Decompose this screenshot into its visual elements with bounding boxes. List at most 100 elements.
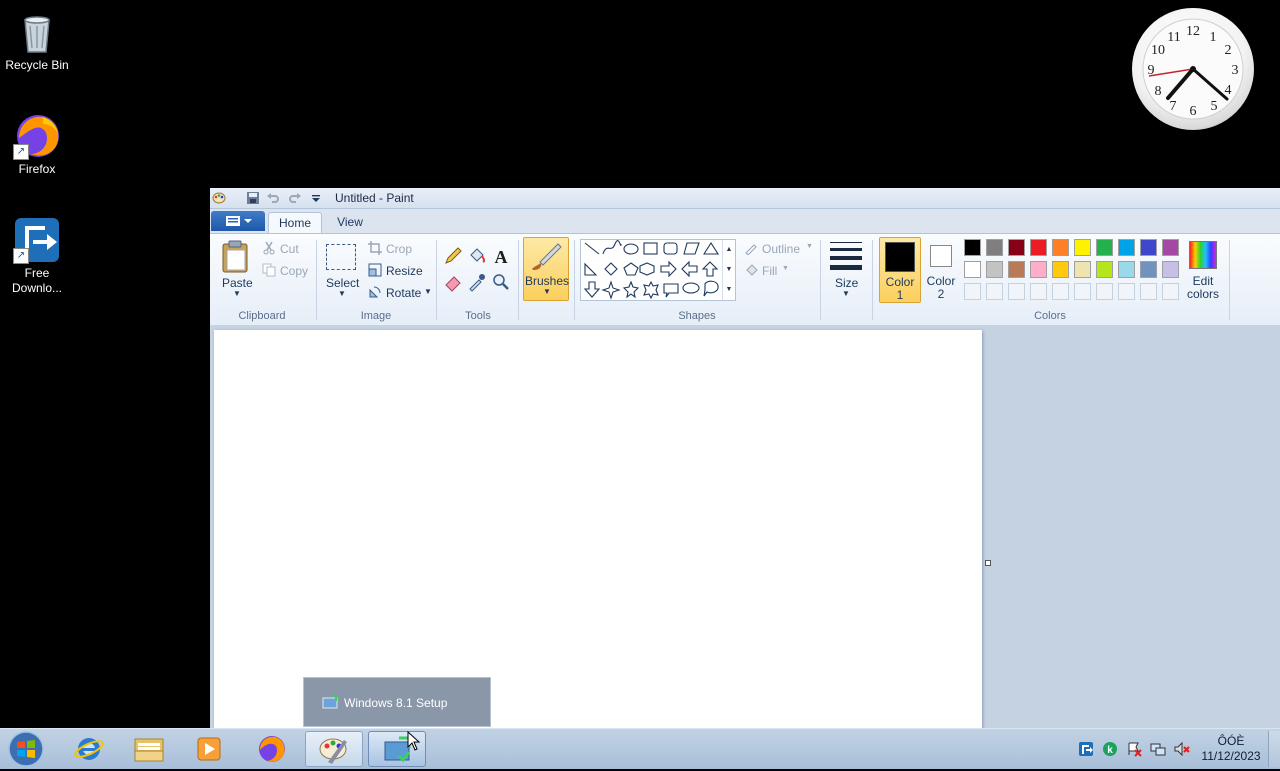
cut-label: Cut [280, 242, 299, 256]
group-label-tools: Tools [465, 310, 491, 322]
undo-icon[interactable] [266, 191, 280, 205]
tray-kaspersky-icon[interactable]: k [1102, 741, 1118, 757]
taskbar-media-player[interactable] [180, 731, 238, 767]
palette-swatch[interactable] [986, 261, 1003, 278]
group-separator [316, 240, 317, 320]
size-button[interactable]: Size ▼ [826, 239, 866, 301]
taskbar-internet-explorer[interactable] [60, 731, 118, 767]
shapes-scroll-up-icon[interactable]: ▲ [722, 240, 735, 260]
palette-swatch-empty[interactable] [1096, 283, 1113, 300]
desktop-icon-free-download-manager[interactable]: ↗ Free Downlo... [0, 216, 74, 296]
customize-quick-access-icon[interactable] [309, 191, 323, 205]
title-bar[interactable]: Untitled - Paint [210, 188, 1280, 209]
palette-swatch[interactable] [986, 239, 1003, 256]
desktop-icon-recycle-bin[interactable]: Recycle Bin [0, 8, 74, 73]
fill-button[interactable]: Fill ▼ [744, 261, 794, 279]
palette-swatch-empty[interactable] [1008, 283, 1025, 300]
tab-home[interactable]: Home [268, 212, 322, 234]
pencil-tool[interactable] [443, 246, 465, 266]
tray-free-download-manager-icon[interactable] [1078, 741, 1094, 757]
palette-swatch-empty[interactable] [1118, 283, 1135, 300]
taskbar-clock[interactable]: ÔÓÈ 11/12/2023 [1196, 734, 1266, 764]
start-button[interactable] [6, 730, 46, 768]
color2-swatch [930, 245, 952, 267]
outline-button[interactable]: Outline ▼ [744, 239, 814, 257]
palette-swatch[interactable] [1096, 239, 1113, 256]
shapes-scroll-down-icon[interactable]: ▼ [722, 260, 735, 280]
tray-action-center-icon[interactable] [1126, 741, 1142, 757]
palette-swatch[interactable] [1074, 239, 1091, 256]
taskbar-paint[interactable] [305, 731, 363, 767]
color2-button[interactable]: Color 2 [923, 237, 959, 303]
palette-swatch-empty[interactable] [1162, 283, 1179, 300]
palette-swatch[interactable] [1008, 261, 1025, 278]
palette-swatch[interactable] [1030, 261, 1047, 278]
copy-label: Copy [280, 264, 309, 278]
palette-swatch[interactable] [1052, 239, 1069, 256]
clock-gadget[interactable]: 12 1 2 3 4 5 6 7 8 9 10 11 [1132, 8, 1254, 130]
paint-window[interactable]: Untitled - Paint Home View Paste ▼ Cut C… [210, 188, 1280, 730]
crop-button[interactable]: Crop [368, 239, 418, 257]
save-icon[interactable] [246, 191, 260, 205]
show-desktop-button[interactable] [1268, 731, 1280, 767]
copy-button[interactable]: Copy [262, 261, 312, 279]
desktop-icon-firefox[interactable]: ↗ Firefox [0, 112, 74, 177]
eraser-tool[interactable] [443, 272, 465, 292]
taskbar-popup[interactable]: Windows 8.1 Setup [303, 677, 491, 727]
palette-swatch[interactable] [1162, 261, 1179, 278]
palette-swatch-empty[interactable] [1052, 283, 1069, 300]
palette-swatch[interactable] [1052, 261, 1069, 278]
rotate-button[interactable]: Rotate ▼ [368, 283, 432, 301]
desktop-icon-label: Recycle Bin [5, 58, 69, 72]
brushes-button[interactable]: Brushes ▼ [523, 237, 569, 301]
windows-start-icon [8, 731, 44, 767]
shapes-expand-icon[interactable]: ▼ [722, 280, 735, 300]
taskbar-file-explorer[interactable] [120, 731, 178, 767]
palette-swatch[interactable] [1030, 239, 1047, 256]
redo-icon[interactable] [288, 191, 302, 205]
clock-number: 7 [1170, 99, 1177, 114]
palette-swatch-empty[interactable] [964, 283, 981, 300]
desktop-icon-label: Firefox [18, 162, 56, 176]
color-picker-tool[interactable] [467, 272, 489, 292]
fill-tool[interactable] [467, 246, 489, 266]
paint-icon [319, 738, 347, 764]
paint-app-icon[interactable] [212, 191, 226, 205]
shapes-gallery[interactable]: ▲ ▼ ▼ [580, 239, 736, 301]
canvas-resize-handle[interactable] [985, 560, 991, 566]
tab-view[interactable]: View [326, 212, 374, 233]
edit-colors-button[interactable]: Edit colors [1184, 239, 1222, 303]
paste-button[interactable]: Paste ▼ [218, 240, 254, 302]
eraser-icon [445, 276, 461, 292]
palette-swatch-empty[interactable] [1140, 283, 1157, 300]
resize-button[interactable]: Resize [368, 261, 423, 279]
palette-swatch[interactable] [1140, 261, 1157, 278]
color1-button[interactable]: Color 1 [879, 237, 921, 303]
palette-swatch[interactable] [1074, 261, 1091, 278]
canvas-area[interactable] [210, 325, 1280, 730]
palette-swatch[interactable] [1118, 261, 1135, 278]
cut-button[interactable]: Cut [262, 239, 308, 257]
tray-volume-muted-icon[interactable] [1174, 741, 1190, 757]
palette-swatch[interactable] [1140, 239, 1157, 256]
palette-swatch[interactable] [1008, 239, 1025, 256]
text-tool[interactable]: A [491, 246, 513, 267]
palette-swatch-empty[interactable] [1074, 283, 1091, 300]
svg-text:A: A [495, 247, 508, 266]
palette-swatch[interactable] [964, 261, 981, 278]
magnifier-tool[interactable] [491, 272, 513, 292]
group-separator [872, 240, 873, 320]
tray-network-icon[interactable] [1150, 741, 1166, 757]
drawing-canvas[interactable] [214, 330, 982, 730]
taskbar-firefox[interactable] [243, 731, 301, 767]
popup-item-windows-setup[interactable]: Windows 8.1 Setup [304, 678, 490, 726]
taskbar: k ÔÓÈ 11/12/2023 [0, 728, 1280, 769]
palette-swatch[interactable] [1162, 239, 1179, 256]
palette-swatch-empty[interactable] [1030, 283, 1047, 300]
palette-swatch-empty[interactable] [986, 283, 1003, 300]
select-button[interactable]: Select ▼ [322, 240, 362, 302]
palette-swatch[interactable] [964, 239, 981, 256]
palette-swatch[interactable] [1096, 261, 1113, 278]
paint-menu-button[interactable] [211, 211, 265, 231]
palette-swatch[interactable] [1118, 239, 1135, 256]
